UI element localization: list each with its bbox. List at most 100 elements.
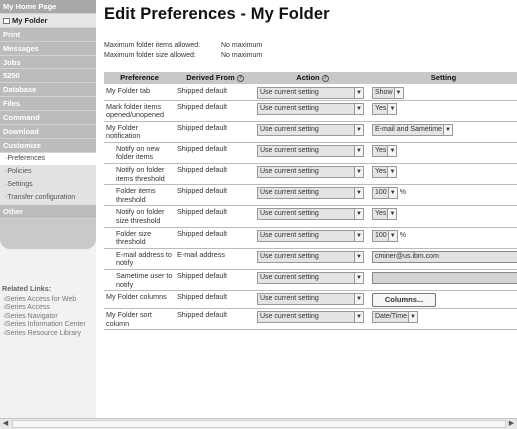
sidebar-item-5250[interactable]: 5250 [0,69,96,84]
sidebar-item-my-folder[interactable]: My Folder [0,13,96,28]
sidebar-subitem-settings[interactable]: ·Settings [0,178,96,192]
sidebar-item-messages[interactable]: Messages [0,41,96,56]
table-header-row: Preference Derived From ? Action ? Setti… [104,72,517,85]
related-link[interactable]: ·iSeries Resource Library [2,330,94,339]
chevron-down-icon[interactable]: ▼ [354,188,363,199]
limit-label: Maximum folder size allowed: [104,52,196,59]
sidebar-subitem-label: Preferences [7,154,46,162]
chevron-down-icon[interactable]: ▼ [387,167,397,178]
chevron-down-icon[interactable]: ▼ [387,145,397,156]
setting-select[interactable]: Show ▼ [372,86,404,99]
setting-cell: E-mail and Sametime ▼ [370,121,517,143]
action-select[interactable]: Use current setting ▼ [257,86,364,99]
sidebar-item-command[interactable]: Command [0,111,96,126]
action-select[interactable]: Use current setting ▼ [257,293,364,306]
action-value: Use current setting [260,88,319,96]
action-value: Use current setting [260,146,319,154]
setting-select[interactable]: 100 ▼ [372,229,398,242]
setting-value: Show [375,88,393,96]
related-link[interactable]: ·iSeries Access [2,304,94,313]
setting-select[interactable]: E-mail and Sametime ▼ [372,123,453,136]
derived-from: Shipped default [175,308,255,331]
chevron-down-icon[interactable]: ▼ [354,103,363,114]
related-link-label: iSeries Resource Library [4,329,81,337]
sametime-user-field[interactable] [372,272,517,284]
setting-select[interactable]: Yes ▼ [372,208,398,221]
scroll-left-icon[interactable]: ◀ [0,419,11,429]
setting-cell: Columns... [370,290,517,310]
sidebar-item-print[interactable]: Print [0,27,96,42]
column-header-derived: Derived From ? [175,72,255,85]
related-link[interactable]: ·iSeries Access for Web [2,296,94,305]
chevron-down-icon[interactable]: ▼ [354,251,363,262]
setting-select[interactable]: Date/Time ▼ [372,311,419,324]
chevron-down-icon[interactable]: ▼ [387,209,397,220]
derived-from: Shipped default [175,227,255,249]
derived-from: Shipped default [175,290,255,310]
setting-select[interactable]: Yes ▼ [372,144,398,157]
chevron-down-icon[interactable]: ▼ [387,230,397,241]
action-cell: Use current setting ▼ [255,184,370,207]
limit-label: Maximum folder items allowed: [104,42,201,49]
action-select[interactable]: Use current setting ▼ [257,311,364,324]
action-select[interactable]: Use current setting ▼ [257,229,364,242]
setting-cell: Yes ▼ [370,142,517,165]
sidebar-item-jobs[interactable]: Jobs [0,55,96,70]
setting-select[interactable]: Yes ▼ [372,166,398,179]
action-select[interactable]: Use current setting ▼ [257,123,364,136]
sidebar-item-files[interactable]: Files [0,97,96,112]
sidebar-item-database[interactable]: Database [0,83,96,98]
chevron-down-icon[interactable]: ▼ [354,273,363,283]
scrollbar-thumb[interactable] [12,420,506,428]
limit-value: No maximum [221,42,263,49]
chevron-down-icon[interactable]: ▼ [354,312,363,323]
sidebar-subitem-transfer-configuration[interactable]: ·Transfer configuration [0,191,96,205]
email-field[interactable]: cminer@us.ibm.com [372,250,517,263]
chevron-down-icon[interactable]: ▼ [354,209,363,220]
column-header-preference: Preference [104,72,175,85]
related-link[interactable]: ·iSeries Information Center [2,321,94,330]
sidebar-subitem-policies[interactable]: ·Policies [0,165,96,179]
action-select[interactable]: Use current setting ▼ [257,166,364,179]
derived-from: E-mail address [175,248,255,271]
help-icon[interactable]: ? [236,75,244,83]
chevron-down-icon[interactable]: ▼ [387,103,397,114]
chevron-down-icon[interactable]: ▼ [354,145,363,156]
help-icon[interactable]: ? [321,75,329,83]
action-cell: Use current setting ▼ [255,100,370,122]
sidebar-item-customize[interactable]: Customize [0,138,96,153]
chevron-down-icon[interactable]: ▼ [354,230,363,241]
action-value: Use current setting [260,125,319,133]
sidebar-subitem-preferences[interactable]: ·Preferences [0,152,96,166]
chevron-down-icon[interactable]: ▼ [408,312,418,323]
action-select[interactable]: Use current setting ▼ [257,208,364,221]
derived-from: Shipped default [175,121,255,143]
setting-select[interactable]: Yes ▼ [372,102,398,115]
chevron-down-icon[interactable]: ▼ [354,87,363,98]
scroll-right-icon[interactable]: ▶ [506,419,517,429]
horizontal-scrollbar[interactable]: ◀ ▶ [0,418,517,429]
sidebar-item-download[interactable]: Download [0,125,96,139]
derived-from: Shipped default [175,205,255,228]
chevron-down-icon[interactable]: ▼ [354,124,363,135]
action-select[interactable]: Use current setting ▼ [257,102,364,115]
limit-row-size: Maximum folder size allowed: No maximum [104,51,517,61]
chevron-down-icon[interactable]: ▼ [442,124,452,135]
action-select[interactable]: Use current setting ▼ [257,144,364,157]
action-cell: Use current setting ▼ [255,121,370,143]
related-link[interactable]: ·iSeries Navigator [2,313,94,322]
sidebar-item-home[interactable]: My Home Page [0,0,96,14]
action-select[interactable]: Use current setting ▼ [257,272,364,284]
chevron-down-icon[interactable]: ▼ [393,87,403,98]
chevron-down-icon[interactable]: ▼ [354,167,363,178]
chevron-down-icon[interactable]: ▼ [354,294,363,305]
related-links: Related Links: ·iSeries Access for Web ·… [2,284,94,339]
setting-value: Yes [375,168,387,176]
action-select[interactable]: Use current setting ▼ [257,250,364,263]
action-cell: Use current setting ▼ [255,205,370,228]
columns-button[interactable]: Columns... [372,293,436,308]
chevron-down-icon[interactable]: ▼ [387,188,397,199]
sidebar-item-other[interactable]: Other [0,204,96,219]
setting-select[interactable]: 100 ▼ [372,187,398,200]
action-select[interactable]: Use current setting ▼ [257,187,364,200]
